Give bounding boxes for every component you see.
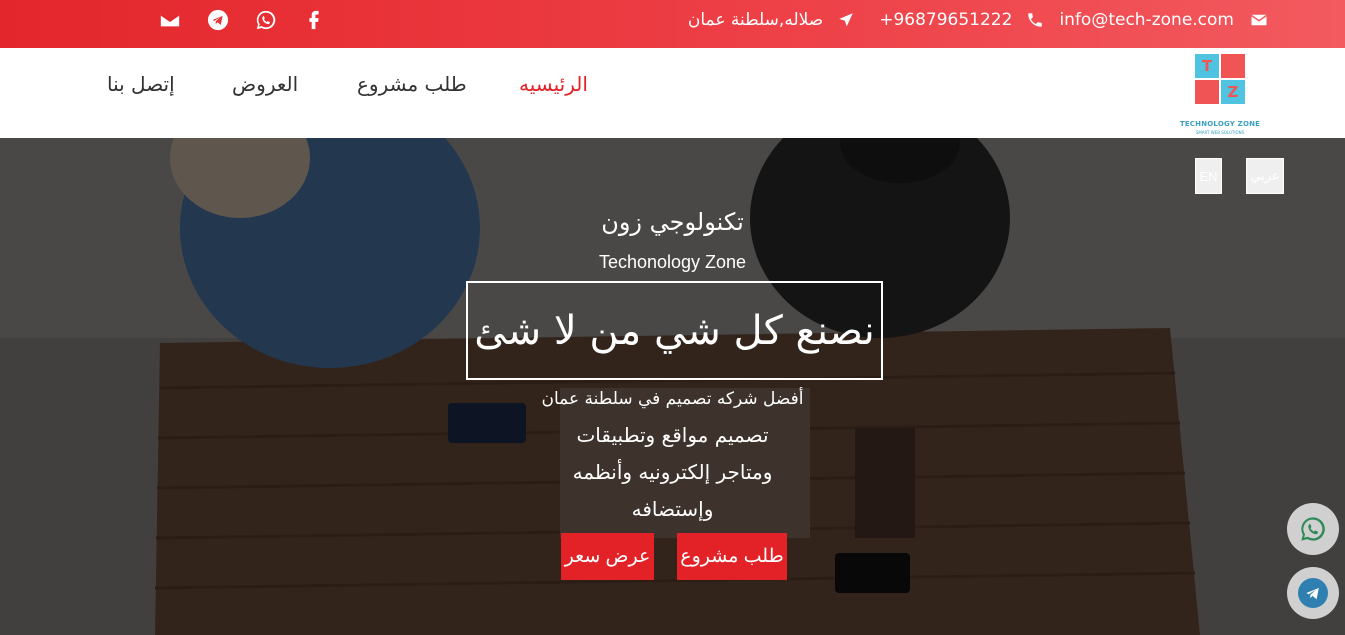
top-bar: صلاله,سلطنة عمان +96879651222 info@tech-… — [0, 0, 1345, 48]
logo-tagline: SMART WEB SOLUTIONS — [1195, 130, 1245, 135]
contact-info: صلاله,سلطنة عمان +96879651222 info@tech-… — [688, 0, 1268, 40]
facebook-icon[interactable] — [302, 8, 326, 32]
envelope-icon — [1250, 11, 1268, 29]
phone-text[interactable]: +96879651222 — [879, 10, 1012, 30]
logo-caption: TECHNOLOGY ZONE — [1179, 120, 1261, 128]
whatsapp-float-button[interactable] — [1287, 503, 1339, 555]
email-text[interactable]: info@tech-zone.com — [1059, 10, 1234, 30]
telegram-icon[interactable] — [206, 8, 230, 32]
hero-line-1: تصميم مواقع وتطبيقات — [576, 423, 769, 447]
logo-letter-t: T — [1195, 54, 1219, 78]
social-links — [158, 8, 350, 32]
whatsapp-icon[interactable] — [254, 8, 278, 32]
logo-square — [1195, 80, 1219, 104]
lang-ar-button[interactable]: عربي — [1246, 158, 1284, 194]
nav-request-project[interactable]: طلب مشروع — [357, 72, 467, 96]
location-text: صلاله,سلطنة عمان — [687, 10, 824, 30]
hero-section: EN عربي تكنولوجي زون Techonology Zone نص… — [0, 138, 1345, 635]
hero-title-en: Techonology Zone — [598, 252, 747, 272]
nav-home[interactable]: الرئيسيه — [519, 72, 588, 96]
email-icon[interactable] — [158, 8, 182, 32]
nav-offers[interactable]: العروض — [232, 72, 298, 96]
location-arrow-icon — [837, 11, 855, 29]
hero-slogan: نصنع كل شي من لا شئ — [466, 281, 883, 380]
lang-en-button[interactable]: EN — [1195, 158, 1222, 194]
hero-title-ar: تكنولوجي زون — [601, 208, 744, 236]
nav-contact[interactable]: إتصل بنا — [107, 72, 175, 96]
hero-line-3: وإستضافه — [631, 497, 714, 521]
hero-subtitle: أفضل شركه تصميم في سلطنة عمان — [541, 389, 804, 409]
telegram-icon — [1298, 578, 1328, 608]
logo-letter-z: Z — [1221, 80, 1245, 104]
company-logo[interactable]: T Z TECHNOLOGY ZONE SMART WEB SOLUTIONS — [1174, 54, 1266, 136]
telegram-float-button[interactable] — [1287, 567, 1339, 619]
phone-icon — [1026, 11, 1044, 29]
request-project-button[interactable]: طلب مشروع — [677, 533, 787, 580]
whatsapp-icon — [1298, 514, 1328, 544]
main-navbar: إتصل بنا العروض طلب مشروع الرئيسيه T Z T… — [0, 48, 1345, 138]
quote-button[interactable]: عرض سعر — [561, 533, 654, 580]
hero-line-2: ومتاجر إلكترونيه وأنظمه — [572, 460, 773, 484]
logo-square — [1221, 54, 1245, 78]
